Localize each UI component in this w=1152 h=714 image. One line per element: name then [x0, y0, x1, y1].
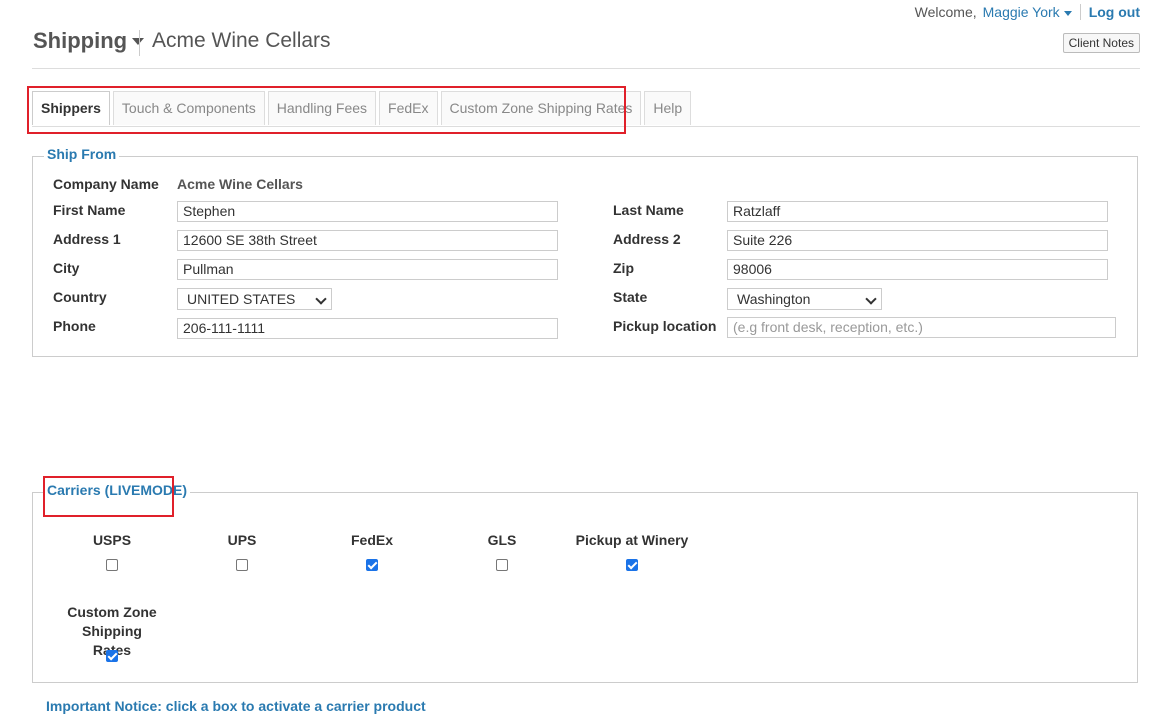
first-name-input[interactable]: Stephen: [177, 201, 558, 222]
zip-input[interactable]: 98006: [727, 259, 1108, 280]
carrier-usps: USPS: [47, 531, 177, 550]
carrier-label: USPS: [92, 532, 132, 548]
page-title: Shipping: [33, 28, 128, 53]
pickup-location-input[interactable]: (e.g front desk, reception, etc.): [727, 317, 1116, 338]
ship-from-legend: Ship From: [44, 146, 120, 162]
address2-label: Address 2: [613, 231, 681, 247]
last-name-input[interactable]: Ratzlaff: [727, 201, 1108, 222]
carriers-fieldset: [32, 492, 1138, 683]
client-notes-button[interactable]: Client Notes: [1062, 33, 1140, 53]
chevron-down-icon: [315, 293, 327, 305]
state-select-value: Washington: [737, 291, 811, 307]
city-label: City: [53, 260, 80, 276]
carrier-pickup-at-winery: Pickup at Winery: [567, 531, 697, 550]
company-name-label: Company Name: [53, 176, 159, 192]
phone-label: Phone: [53, 318, 96, 334]
org-name: Acme Wine Cellars: [152, 29, 331, 52]
user-menu[interactable]: Maggie York: [983, 4, 1060, 20]
fedex-checkbox[interactable]: [366, 559, 378, 571]
address1-label: Address 1: [53, 231, 121, 247]
logout-link[interactable]: Log out: [1089, 4, 1140, 20]
address2-input[interactable]: Suite 226: [727, 230, 1108, 251]
country-select-value: UNITED STATES: [187, 291, 296, 307]
custom-zone-checkbox[interactable]: [106, 650, 118, 662]
ups-checkbox[interactable]: [236, 559, 248, 571]
carrier-label: GLS: [487, 532, 517, 548]
country-select[interactable]: UNITED STATES: [177, 288, 332, 310]
welcome-label: Welcome,: [914, 4, 977, 20]
user-bar: Welcome, Maggie York Log out: [915, 4, 1140, 20]
divider: [139, 30, 140, 56]
divider: [32, 68, 1140, 69]
chevron-down-icon: [865, 293, 877, 305]
important-notice: Important Notice: click a box to activat…: [46, 698, 426, 714]
usps-checkbox[interactable]: [106, 559, 118, 571]
pickup-at-winery-checkbox[interactable]: [626, 559, 638, 571]
divider: [1079, 4, 1081, 20]
caret-down-icon[interactable]: [1063, 10, 1072, 16]
city-input[interactable]: Pullman: [177, 259, 558, 280]
phone-input[interactable]: 206-111-1111: [177, 318, 558, 339]
carrier-label: FedEx: [350, 532, 393, 548]
state-select[interactable]: Washington: [727, 288, 882, 310]
carrier-label: UPS: [227, 532, 257, 548]
pickup-location-label: Pickup location: [613, 318, 717, 334]
tab-help[interactable]: Help: [644, 91, 692, 125]
highlight-box-tabs: [27, 86, 626, 134]
carrier-fedex: FedEx: [307, 531, 437, 550]
carrier-ups: UPS: [177, 531, 307, 550]
highlight-box-carriers: [43, 476, 174, 517]
section-menu[interactable]: Shipping: [33, 28, 145, 54]
country-label: Country: [53, 289, 107, 305]
carrier-gls: GLS: [437, 531, 567, 550]
address1-input[interactable]: 12600 SE 38th Street: [177, 230, 558, 251]
company-name-value: Acme Wine Cellars: [177, 176, 303, 192]
state-label: State: [613, 289, 648, 305]
zip-label: Zip: [613, 260, 634, 276]
gls-checkbox[interactable]: [496, 559, 508, 571]
carrier-label: Pickup at Winery: [575, 532, 689, 548]
first-name-label: First Name: [53, 202, 126, 218]
last-name-label: Last Name: [613, 202, 684, 218]
